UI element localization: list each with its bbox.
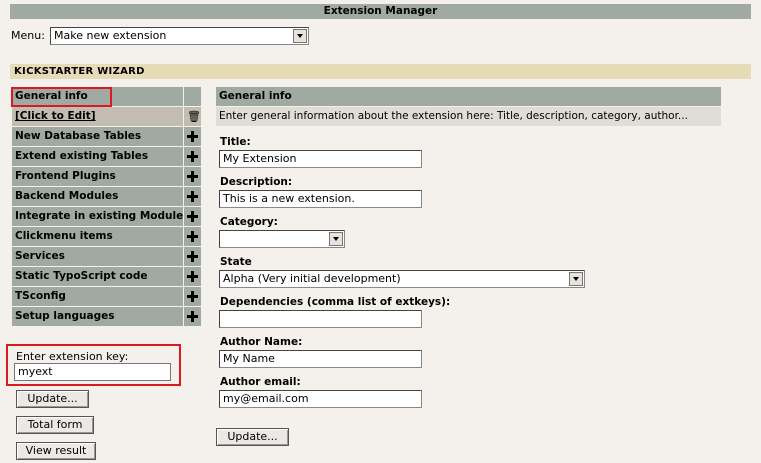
title-label: Title: bbox=[220, 136, 251, 148]
category-label: Category: bbox=[220, 216, 278, 228]
plus-icon[interactable] bbox=[184, 207, 201, 226]
sidebar-item-static-typoscript[interactable]: Static TypoScript code bbox=[12, 267, 202, 286]
plus-icon[interactable] bbox=[184, 307, 201, 326]
sidebar-item-setup-languages[interactable]: Setup languages bbox=[12, 307, 202, 326]
plus-icon[interactable] bbox=[184, 227, 201, 246]
plus-icon[interactable] bbox=[184, 187, 201, 206]
plus-icon[interactable] bbox=[184, 247, 201, 266]
chevron-down-icon[interactable] bbox=[293, 29, 307, 43]
sidebar-item-click-to-edit[interactable]: [Click to Edit] 🗑 bbox=[12, 107, 202, 126]
description-input[interactable]: This is a new extension. bbox=[219, 190, 422, 208]
state-select[interactable]: Alpha (Very initial development) bbox=[219, 270, 585, 288]
title-input[interactable]: My Extension bbox=[219, 150, 422, 168]
author-email-label: Author email: bbox=[220, 376, 301, 388]
sidebar-item-label[interactable]: Setup languages bbox=[12, 307, 183, 326]
plus-icon[interactable] bbox=[184, 167, 201, 186]
menu-select[interactable]: Make new extension bbox=[50, 27, 309, 45]
sidebar-item-integrate-modules[interactable]: Integrate in existing Modules bbox=[12, 207, 202, 226]
section-description: Enter general information about the exte… bbox=[216, 107, 721, 126]
sidebar-item-spacer bbox=[184, 87, 201, 106]
plus-icon[interactable] bbox=[184, 127, 201, 146]
sidebar-item-label[interactable]: Static TypoScript code bbox=[12, 267, 183, 286]
trash-icon: 🗑 bbox=[187, 110, 201, 123]
dependencies-label: Dependencies (comma list of extkeys): bbox=[220, 296, 451, 308]
window-title: Extension Manager bbox=[10, 4, 751, 19]
sidebar-item-label[interactable]: New Database Tables bbox=[12, 127, 183, 146]
sidebar-item-frontend-plugins[interactable]: Frontend Plugins bbox=[12, 167, 202, 186]
extension-key-label: Enter extension key: bbox=[16, 350, 129, 363]
state-label: State bbox=[220, 256, 252, 268]
total-form-button[interactable]: Total form bbox=[16, 416, 94, 434]
author-email-input[interactable]: my@email.com bbox=[219, 390, 422, 408]
main-update-button[interactable]: Update... bbox=[216, 428, 289, 446]
sidebar-item-label[interactable]: Services bbox=[12, 247, 183, 266]
wizard-sidebar: General info [Click to Edit] 🗑 New Datab… bbox=[12, 87, 202, 327]
menu-label: Menu: bbox=[11, 29, 45, 42]
sidebar-item-extend-existing-tables[interactable]: Extend existing Tables bbox=[12, 147, 202, 166]
chevron-down-icon[interactable] bbox=[569, 272, 583, 286]
menu-selected-value: Make new extension bbox=[54, 29, 167, 42]
sidebar-item-label[interactable]: Frontend Plugins bbox=[12, 167, 183, 186]
sidebar-item-label[interactable]: TSconfig bbox=[12, 287, 183, 306]
chevron-down-icon[interactable] bbox=[329, 232, 343, 246]
extension-key-input[interactable]: myext bbox=[14, 363, 171, 381]
state-selected-value: Alpha (Very initial development) bbox=[223, 272, 401, 285]
author-name-input[interactable]: My Name bbox=[219, 350, 422, 368]
sidebar-item-label[interactable]: Integrate in existing Modules bbox=[12, 207, 183, 226]
author-name-label: Author Name: bbox=[220, 336, 303, 348]
plus-icon[interactable] bbox=[184, 267, 201, 286]
trash-button[interactable]: 🗑 bbox=[184, 107, 201, 126]
wizard-title: KICKSTARTER WIZARD bbox=[10, 64, 751, 79]
update-button[interactable]: Update... bbox=[16, 390, 89, 408]
section-header: General info bbox=[216, 87, 721, 106]
sidebar-item-new-database-tables[interactable]: New Database Tables bbox=[12, 127, 202, 146]
view-result-button[interactable]: View result bbox=[16, 442, 96, 460]
category-select[interactable] bbox=[219, 230, 345, 248]
plus-icon[interactable] bbox=[184, 287, 201, 306]
sidebar-item-tsconfig[interactable]: TSconfig bbox=[12, 287, 202, 306]
sidebar-item-clickmenu-items[interactable]: Clickmenu items bbox=[12, 227, 202, 246]
sidebar-item-backend-modules[interactable]: Backend Modules bbox=[12, 187, 202, 206]
selection-highlight bbox=[11, 87, 112, 107]
sidebar-item-services[interactable]: Services bbox=[12, 247, 202, 266]
dependencies-input[interactable] bbox=[219, 310, 422, 328]
sidebar-item-label[interactable]: Extend existing Tables bbox=[12, 147, 183, 166]
plus-icon[interactable] bbox=[184, 147, 201, 166]
sidebar-item-label[interactable]: Backend Modules bbox=[12, 187, 183, 206]
description-label: Description: bbox=[220, 176, 293, 188]
sidebar-item-label[interactable]: [Click to Edit] bbox=[12, 107, 183, 126]
sidebar-item-label[interactable]: Clickmenu items bbox=[12, 227, 183, 246]
